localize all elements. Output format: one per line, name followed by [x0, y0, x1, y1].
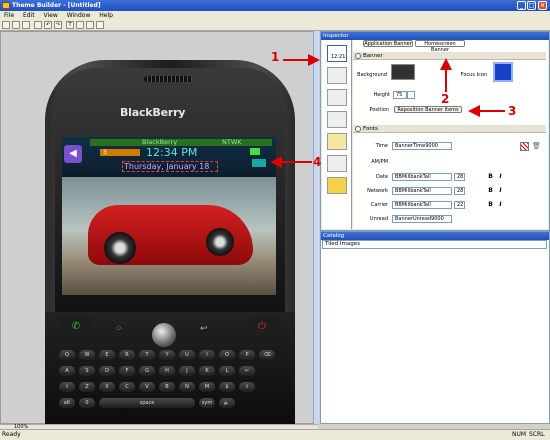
annotation-label-3: 3: [508, 104, 517, 118]
annotation-label-1: 1: [271, 50, 280, 64]
annotation-label-4: 4: [313, 155, 322, 169]
annotation-label-2: 2: [441, 92, 450, 106]
annotation-arrows: [270, 54, 505, 168]
